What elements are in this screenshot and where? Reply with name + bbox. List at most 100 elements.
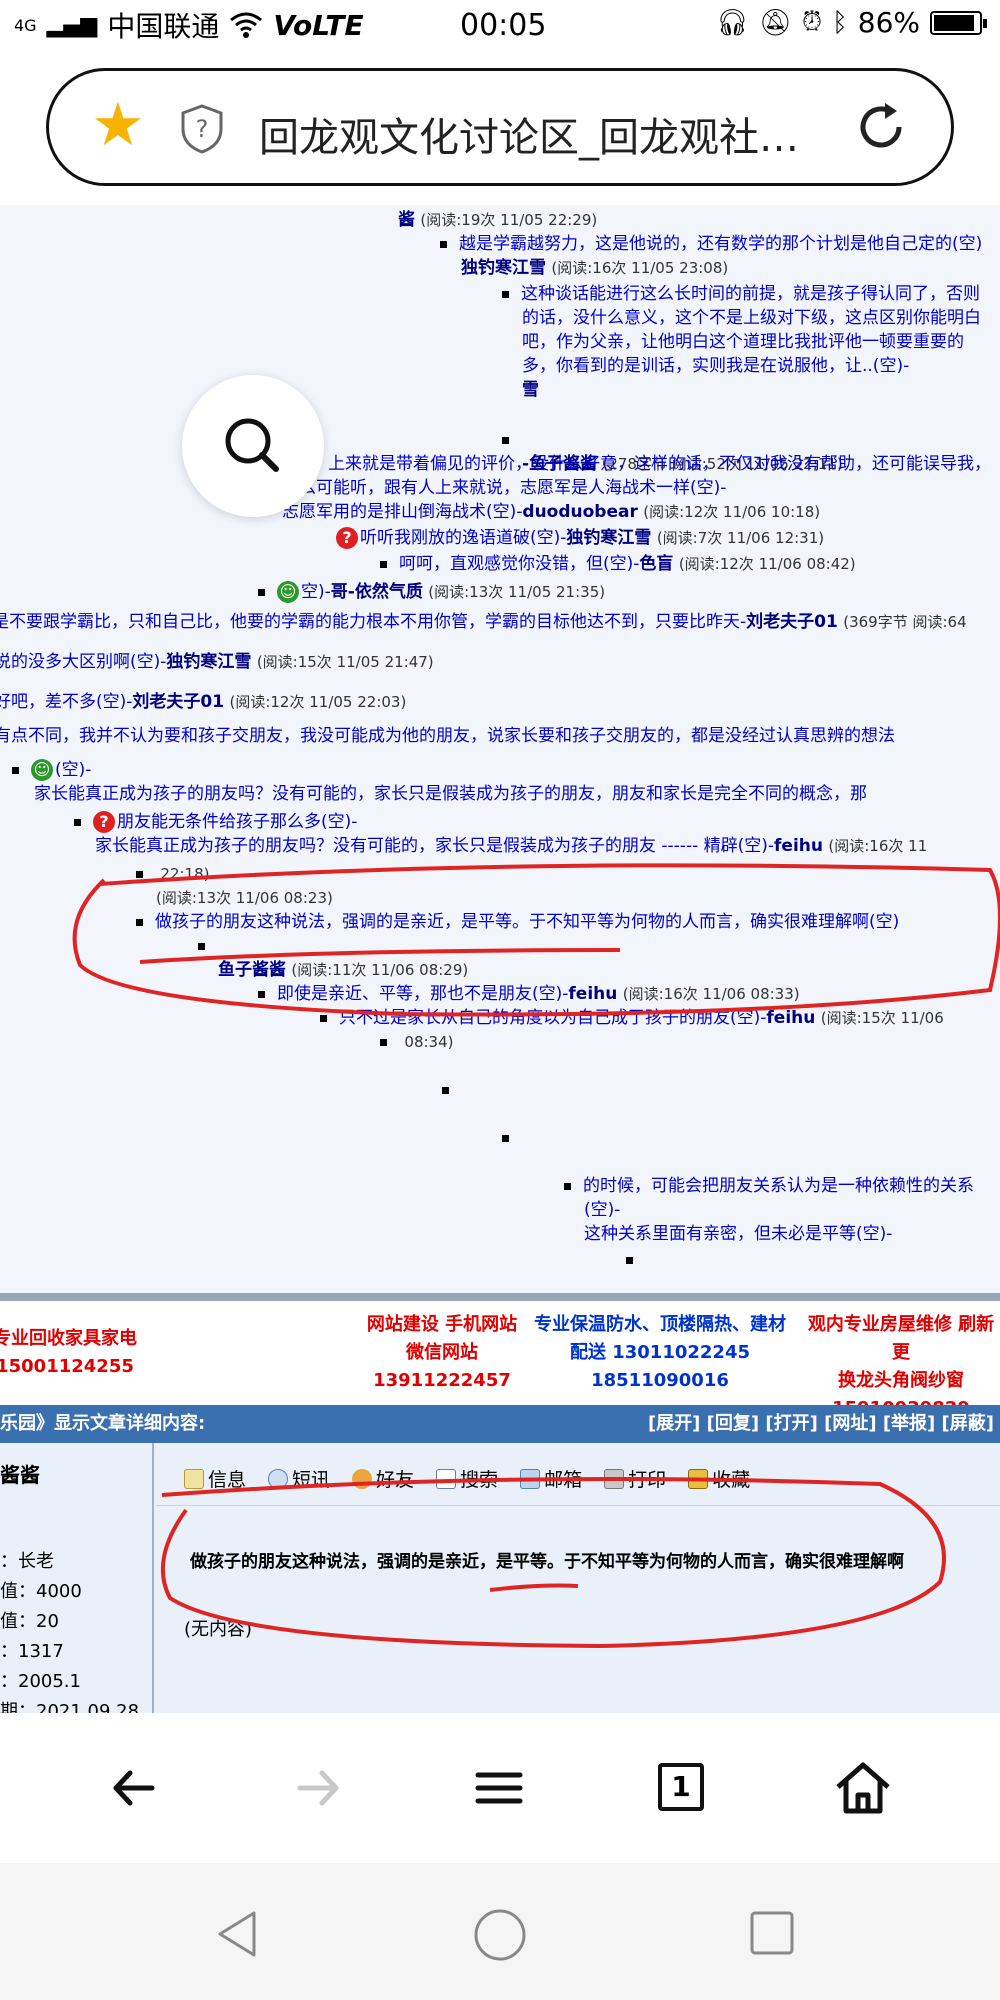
list-item[interactable] (198, 934, 217, 958)
search-posts-button[interactable]: 搜索 (436, 1465, 498, 1492)
list-item[interactable] (502, 1126, 521, 1150)
info-button[interactable]: 信息 (184, 1465, 246, 1492)
list-item: 鱼子酱酱 (阅读:11次 11/06 08:29) (218, 960, 469, 980)
print-button[interactable]: 打印 (604, 1465, 666, 1492)
detail-header-title: 乐园》显示文章详细内容: (0, 1413, 206, 1434)
list-item: 这种关系里面有亲密，但未必是平等(空)- (584, 1224, 893, 1244)
home-icon[interactable] (828, 1753, 898, 1823)
list-item[interactable]: ☺ 空)-哥-依然气质 (阅读:13次 11/05 21:35) (258, 580, 605, 604)
list-item: (空)- (584, 1200, 621, 1220)
list-item[interactable]: 有点不同，我并不认为要和孩子交朋友，我没可能成为他的朋友，说家长要和孩子交朋友的… (0, 724, 895, 748)
author-stat: 值：20 (0, 1611, 59, 1632)
ad-item[interactable]: 专业保温防水、顶楼隔热、建材 配送 13011022245 18511090016 (530, 1311, 790, 1395)
message-icon (268, 1468, 289, 1489)
list-item[interactable]: 酱 (阅读:19次 11/05 22:29) (398, 208, 597, 232)
mail-icon (520, 1468, 541, 1489)
bluetooth-icon: ᛒ (832, 7, 848, 38)
list-item: 的话，没什么意义，这个不是上级对下级，这点区别你能明白 (522, 308, 981, 328)
smile-icon: ☺ (31, 759, 53, 781)
list-item[interactable]: 只不过是家长从自己的角度以为自己成了孩子的朋友(空)-feihu (阅读:15次… (320, 1006, 944, 1030)
mail-button[interactable]: 邮箱 (520, 1465, 582, 1492)
system-back-icon[interactable] (210, 1907, 264, 1961)
favorite-button[interactable]: 收藏 (688, 1465, 750, 1492)
list-item[interactable] (626, 1248, 645, 1272)
author-stat: ：长老 (0, 1551, 54, 1572)
list-item[interactable] (502, 428, 521, 452)
list-item[interactable]: ? 朋友能无条件给孩子那么多(空)- (74, 810, 357, 834)
battery-icon (930, 10, 987, 35)
ad-item[interactable]: 专业回收家具家电 15001124255 (0, 1325, 140, 1381)
list-item[interactable]: 22:18) (136, 862, 210, 886)
list-item[interactable]: ? 听听我刚放的逸语道破(空)-独钓寒江雪 (阅读:7次 11/06 12:31) (336, 526, 824, 550)
list-item: 怎么可能听，跟有人上来就说，志愿军是人海战术一样(空)- (282, 478, 727, 498)
list-item[interactable]: 是不要跟学霸比，只和自己比，他要的学霸的能力根本不用你管，学霸的目标他达不到，只… (0, 610, 967, 634)
system-recents-icon[interactable] (748, 1909, 796, 1957)
tab-count: 1 (658, 1763, 704, 1811)
list-item: 独钓寒江雪 (阅读:16次 11/05 23:08) (461, 258, 729, 278)
list-item: 家长能真正成为孩子的朋友吗？没有可能的，家长只是假装成为孩子的朋友 ------… (95, 836, 928, 856)
ad-item[interactable]: 网站建设 手机网站 微信网站 13911222457 (362, 1311, 522, 1395)
list-item: 志愿军用的是排山倒海战术(空)-duoduobear (阅读:12次 11/06… (282, 502, 821, 522)
search-doc-icon (436, 1468, 457, 1489)
post-panel: 信息 短讯 好友 搜索 邮箱 打印 收藏 做孩子的朋友这种说法，强调的是亲近，是… (156, 1443, 1000, 1713)
list-item[interactable]: 即使是亲近、平等，那也不是朋友(空)-feihu (阅读:16次 11/06 0… (258, 982, 800, 1006)
reload-icon[interactable] (851, 97, 911, 157)
system-home-icon[interactable] (472, 1907, 528, 1963)
svg-text:?: ? (196, 115, 209, 143)
browser-toolbar: 1 (0, 1713, 1000, 1863)
shield-icon[interactable]: ? (179, 103, 225, 155)
search-button[interactable] (182, 375, 324, 517)
page-title[interactable]: 回龙观文化讨论区_回龙观社… (259, 105, 799, 163)
back-icon[interactable] (100, 1753, 170, 1823)
menu-icon[interactable] (464, 1753, 534, 1823)
print-icon (604, 1468, 625, 1489)
thread-list: 酱 (阅读:19次 11/05 22:29) 越是学霸越努力，这是他说的，还有数… (0, 205, 1000, 1295)
list-item[interactable]: 做孩子的朋友这种说法，强调的是亲近，是平等。于不知平等为何物的人而言，确实很难理… (136, 910, 899, 934)
author-stat: 值：4000 (0, 1581, 82, 1602)
address-bar[interactable]: ★ ? 回龙观文化讨论区_回龙观社… (46, 68, 954, 186)
list-item[interactable]: 说的没多大区别啊(空)-独钓寒江雪 (阅读:15次 11/05 21:47) (0, 650, 434, 674)
divider (0, 1293, 1000, 1301)
network-label: 4G (14, 15, 37, 35)
system-nav-bar (0, 1863, 1000, 2000)
detail-header: 乐园》显示文章详细内容: [展开] [回复] [打开] [网址] [举报] [屏… (0, 1405, 1000, 1443)
list-item: 多，你看到的是训话，实则我是在说服他，让..(空)- (522, 356, 910, 376)
signal-icon: ▂▄▆ (46, 12, 98, 38)
divider (156, 1505, 1000, 1506)
list-item[interactable]: 的时候，可能会把朋友关系认为是一种依赖性的关系 (564, 1174, 974, 1198)
detail-header-links[interactable]: [展开] [回复] [打开] [网址] [举报] [屏蔽] (648, 1405, 994, 1443)
headphone-icon: 🎧︎ (715, 7, 749, 38)
list-item: 雪 (522, 380, 539, 400)
list-item[interactable]: 呵呵，直观感觉你没错，但(空)-色盲 (阅读:12次 11/06 08:42) (380, 552, 856, 576)
post-title: 做孩子的朋友这种说法，强调的是亲近，是平等。于不知平等为何物的人而言，确实很难理… (190, 1552, 904, 1572)
question-icon: ? (93, 811, 115, 833)
author-stat: ：2005.1 (0, 1671, 81, 1692)
smile-icon: ☺ (277, 581, 299, 603)
list-item[interactable] (442, 1078, 461, 1102)
list-item: (阅读:13次 11/06 08:23) (156, 889, 333, 907)
search-icon (225, 418, 279, 472)
list-item[interactable]: 上来就是带着偏见的评价，没什么好意，这样的话，不仅对我没有帮助，还可能误导我， (328, 452, 991, 476)
ad-banner: 专业回收家具家电 15001124255 网站建设 手机网站 微信网站 1391122… (0, 1301, 1000, 1419)
tabs-button[interactable]: 1 (646, 1753, 716, 1823)
clock: 00:05 (460, 8, 547, 43)
message-button[interactable]: 短讯 (268, 1465, 330, 1492)
mute-icon: 🔕︎ (758, 7, 792, 38)
question-icon: ? (336, 527, 358, 549)
list-item[interactable]: 这种谈话能进行这么长时间的前提，就是孩子得认同了，否则 (502, 282, 980, 306)
list-item[interactable]: 越是学霸越努力，这是他说的，还有数学的那个计划是他自己定的(空) (440, 232, 982, 256)
post-toolbar: 信息 短讯 好友 搜索 邮箱 打印 收藏 (184, 1465, 750, 1492)
friend-button[interactable]: 好友 (352, 1465, 414, 1492)
detail-body: 酱酱 ：长老 值：4000 值：20 ：1317 ：2005.1 期：2021.… (0, 1443, 1000, 1722)
star-icon[interactable]: ★ (91, 95, 145, 155)
author-name[interactable]: 酱酱 (0, 1459, 40, 1488)
favorite-icon (688, 1468, 709, 1489)
list-item[interactable]: 08:34) (380, 1030, 454, 1054)
battery-percent: 86% (857, 6, 920, 39)
list-item[interactable]: 好吧，差不多(空)-刘老夫子01 (阅读:12次 11/05 22:03) (0, 690, 406, 714)
list-item: 家长能真正成为孩子的朋友吗？没有可能的，家长只是假装成为孩子的朋友，朋友和家长是… (34, 784, 867, 804)
author-stat: ：1317 (0, 1641, 64, 1662)
forward-icon[interactable] (282, 1753, 352, 1823)
list-item[interactable]: ☺ (空)- (12, 758, 91, 782)
author-panel: 酱酱 ：长老 值：4000 值：20 ：1317 ：2005.1 期：2021.… (0, 1443, 154, 1722)
